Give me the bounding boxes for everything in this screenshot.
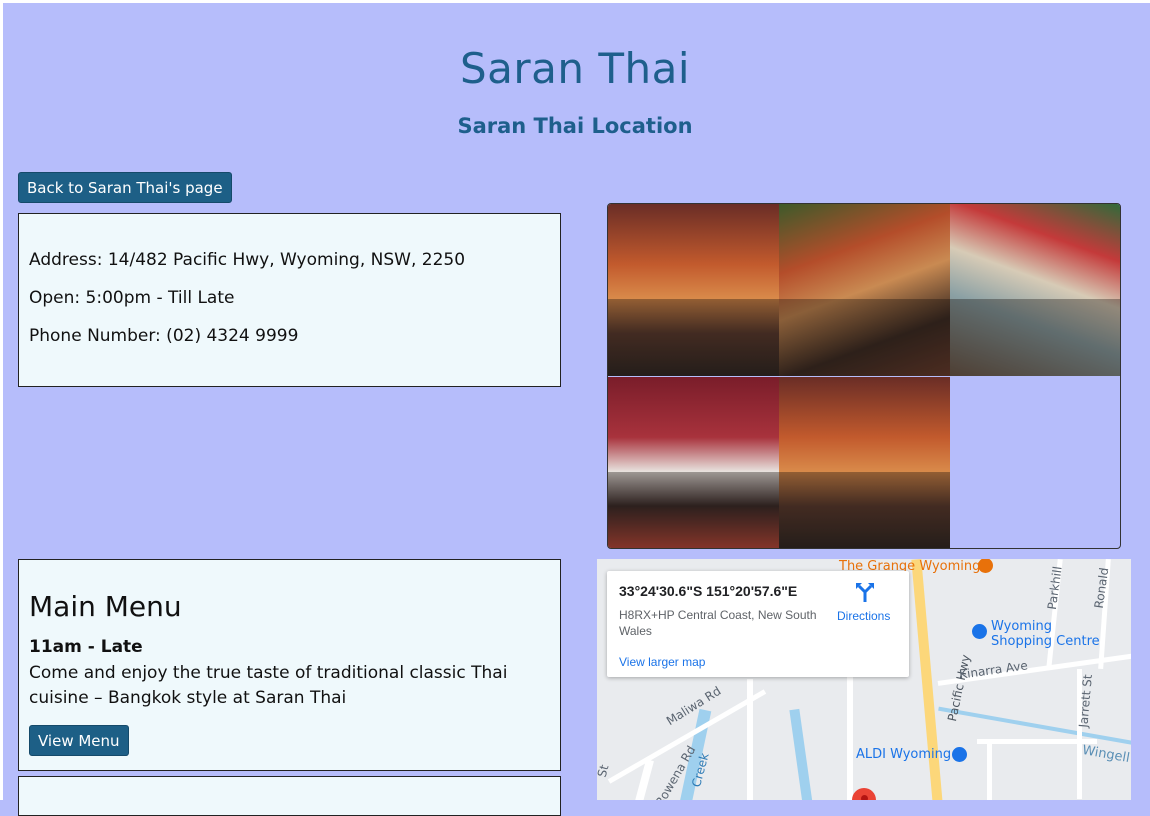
phone-text: Phone Number: (02) 4324 9999 (29, 326, 299, 346)
restaurant-dining-room-photo[interactable] (608, 204, 779, 376)
side-road-4 (987, 744, 992, 800)
opening-hours-text: Open: 5:00pm - Till Late (29, 288, 235, 308)
chef-with-buffet-photo[interactable] (608, 377, 779, 548)
menu-title: Main Menu (29, 590, 182, 623)
page-subtitle: Saran Thai Location (457, 114, 693, 138)
floral-arch-lounge-photo[interactable] (950, 204, 1120, 376)
pacific-hwy-road (911, 559, 943, 800)
ronald-label: Ronald (1091, 566, 1112, 610)
wyoming-shopping-label-2[interactable]: Shopping Centre (991, 634, 1100, 649)
directions-icon[interactable] (855, 581, 875, 603)
shopping-bag-icon[interactable] (972, 624, 987, 639)
menu-description: Come and enjoy the true taste of traditi… (29, 663, 508, 708)
location-pin-dot (861, 795, 868, 800)
photo-gallery (607, 203, 1121, 549)
map-info-card: 33°24'30.6"S 151°20'57.6"E H8RX+HP Centr… (607, 571, 909, 677)
side-road-2 (847, 674, 853, 800)
restaurant-dining-room-photo-2[interactable] (779, 377, 950, 548)
location-info-panel: Address: 14/482 Pacific Hwy, Wyoming, NS… (18, 213, 561, 387)
coordinates-text: 33°24'30.6"S 151°20'57.6"E (619, 583, 798, 599)
st-label: St (597, 763, 612, 779)
side-road (747, 679, 753, 800)
map-embed[interactable]: Maliwa Rd Rowena Rd Creek St Pacific Hwy… (597, 559, 1131, 800)
main-menu-panel: Main Menu 11am - Late Come and enjoy the… (18, 559, 561, 771)
view-larger-map-link[interactable]: View larger map (619, 655, 705, 669)
wyoming-shopping-label-1[interactable]: Wyoming (991, 619, 1052, 634)
address-text: Address: 14/482 Pacific Hwy, Wyoming, NS… (29, 250, 466, 270)
aldi-label[interactable]: ALDI Wyoming (856, 747, 951, 762)
menu-hours: 11am - Late (29, 637, 143, 657)
wingell-label: Wingell (1081, 742, 1131, 767)
parkhill-label: Parkhill (1044, 565, 1065, 611)
plus-code-text: H8RX+HP Central Coast, New South Wales (619, 608, 817, 638)
cart-icon[interactable] (952, 747, 967, 762)
top-edge (0, 0, 1150, 3)
side-road-3 (977, 739, 1097, 744)
page-title: Saran Thai (459, 44, 691, 93)
view-menu-button[interactable]: View Menu (29, 725, 129, 756)
back-button[interactable]: Back to Saran Thai's page (18, 172, 232, 203)
directions-link[interactable]: Directions (837, 609, 890, 623)
creek-water-2 (789, 708, 815, 800)
next-panel (18, 776, 561, 816)
grange-pin-icon[interactable] (978, 559, 993, 573)
decorated-tables-photo[interactable] (779, 204, 950, 376)
